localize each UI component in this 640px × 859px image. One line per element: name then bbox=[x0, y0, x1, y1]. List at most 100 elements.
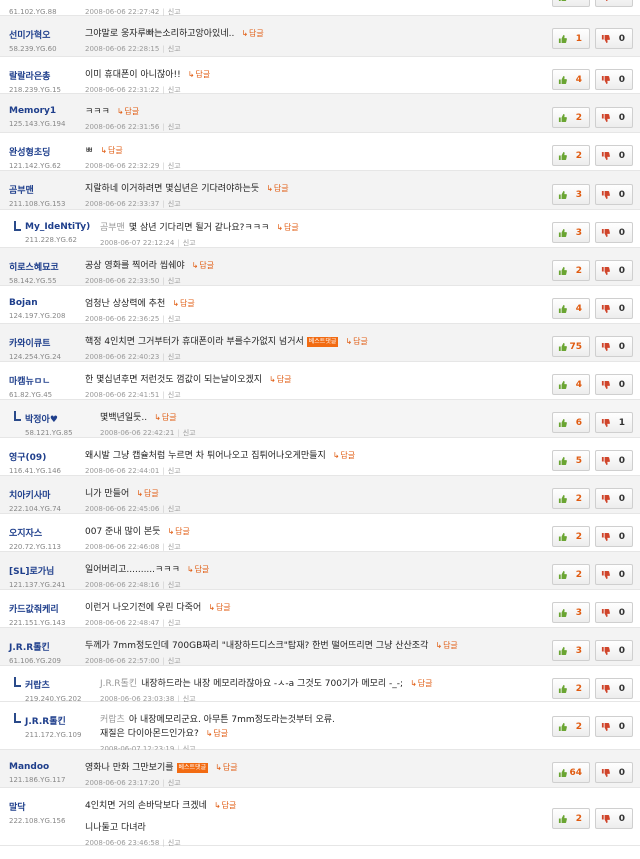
report-button[interactable]: 신고 bbox=[168, 467, 181, 475]
report-button[interactable]: 신고 bbox=[168, 315, 181, 323]
oppose-button[interactable]: 0 bbox=[595, 145, 633, 166]
oppose-button[interactable]: 0 bbox=[595, 488, 633, 509]
reply-button[interactable]: ↳답글 bbox=[172, 299, 194, 308]
recommend-button[interactable]: 2 bbox=[552, 145, 590, 166]
recommend-button[interactable]: 1 bbox=[552, 28, 590, 49]
oppose-button[interactable]: 0 bbox=[595, 336, 633, 357]
reply-button[interactable]: ↳답글 bbox=[187, 565, 209, 574]
author-name[interactable]: 박정아♥ bbox=[25, 412, 89, 425]
author-name[interactable]: [SL]로가님 bbox=[9, 564, 84, 577]
recommend-button[interactable]: 3 bbox=[552, 184, 590, 205]
author-name[interactable]: 곰부맨 bbox=[9, 183, 84, 196]
oppose-button[interactable]: 0 bbox=[595, 107, 633, 128]
report-button[interactable]: 신고 bbox=[168, 123, 181, 131]
author-name[interactable]: 커랍츠 bbox=[25, 678, 89, 691]
recommend-button[interactable]: 2 bbox=[552, 716, 590, 737]
recommend-button[interactable]: 4 bbox=[552, 69, 590, 90]
report-button[interactable]: 신고 bbox=[168, 779, 181, 787]
report-button[interactable]: 신고 bbox=[168, 657, 181, 665]
author-name[interactable]: 치아키사마 bbox=[9, 488, 84, 501]
recommend-button[interactable]: 3 bbox=[552, 640, 590, 661]
author-name[interactable]: My_IdeNtiTy) bbox=[25, 222, 90, 232]
report-button[interactable]: 신고 bbox=[183, 429, 196, 437]
reply-button[interactable]: ↳답글 bbox=[241, 29, 263, 38]
oppose-button[interactable]: 0 bbox=[595, 716, 633, 737]
report-button[interactable]: 신고 bbox=[168, 45, 181, 53]
oppose-button[interactable]: 0 bbox=[595, 222, 633, 243]
reply-button[interactable]: ↳답글 bbox=[269, 375, 291, 384]
report-button[interactable]: 신고 bbox=[168, 8, 181, 16]
author-name[interactable]: 마캠뉴ㅁㄴ bbox=[9, 374, 84, 387]
reply-button[interactable]: ↳답글 bbox=[136, 489, 158, 498]
oppose-button[interactable]: 0 bbox=[595, 298, 633, 319]
oppose-button[interactable]: 0 bbox=[595, 640, 633, 661]
author-name[interactable]: 완성형초딩 bbox=[9, 145, 84, 158]
report-button[interactable]: 신고 bbox=[168, 162, 181, 170]
report-button[interactable]: 신고 bbox=[168, 543, 181, 551]
author-name[interactable]: Bojan bbox=[9, 298, 84, 308]
report-button[interactable]: 신고 bbox=[168, 391, 181, 399]
author-name[interactable]: 히로스혜묘코 bbox=[9, 260, 84, 273]
reply-button[interactable]: ↳답글 bbox=[154, 413, 176, 422]
reply-button[interactable]: ↳답글 bbox=[192, 261, 214, 270]
recommend-button[interactable]: 3 bbox=[552, 602, 590, 623]
reply-button[interactable]: ↳답글 bbox=[167, 527, 189, 536]
reply-button[interactable]: ↳답글 bbox=[188, 70, 210, 79]
reply-button[interactable]: ↳답글 bbox=[215, 763, 237, 772]
author-name[interactable]: 말닥 bbox=[9, 800, 84, 813]
author-name[interactable]: J.R.R톨킨 bbox=[25, 714, 89, 727]
author-name[interactable]: 오지자스 bbox=[9, 526, 84, 539]
reply-button[interactable]: ↳답글 bbox=[345, 337, 367, 346]
report-button[interactable]: 신고 bbox=[168, 505, 181, 513]
reply-button[interactable]: ↳답글 bbox=[208, 603, 230, 612]
recommend-button[interactable]: 2 bbox=[552, 808, 590, 829]
oppose-button[interactable]: 0 bbox=[595, 28, 633, 49]
oppose-button[interactable]: 0 bbox=[595, 678, 633, 699]
reply-button[interactable]: ↳답글 bbox=[100, 146, 122, 155]
author-name[interactable]: Mandoo bbox=[9, 762, 84, 772]
recommend-button[interactable]: 2 bbox=[552, 678, 590, 699]
oppose-button[interactable]: 0 bbox=[595, 450, 633, 471]
recommend-button[interactable]: 2 bbox=[552, 260, 590, 281]
recommend-button[interactable]: 2 bbox=[552, 488, 590, 509]
author-name[interactable]: J.R.R톨킨 bbox=[9, 640, 84, 653]
report-button[interactable]: 신고 bbox=[168, 86, 181, 94]
author-name[interactable]: 카드값줘케리 bbox=[9, 602, 84, 615]
report-button[interactable]: 신고 bbox=[168, 619, 181, 627]
oppose-button[interactable]: 0 bbox=[595, 260, 633, 281]
reply-button[interactable]: ↳답글 bbox=[214, 801, 236, 810]
author-name[interactable]: Memory1 bbox=[9, 106, 84, 116]
recommend-button[interactable]: 4 bbox=[552, 374, 590, 395]
oppose-button[interactable]: 0 bbox=[595, 564, 633, 585]
reply-button[interactable]: ↳답글 bbox=[276, 223, 298, 232]
oppose-button[interactable]: 0 bbox=[595, 762, 633, 783]
oppose-button[interactable]: 0 bbox=[595, 184, 633, 205]
oppose-button[interactable]: 1 bbox=[595, 412, 633, 433]
recommend-button[interactable]: 3 bbox=[552, 222, 590, 243]
reply-button[interactable]: ↳답글 bbox=[410, 679, 432, 688]
report-button[interactable]: 신고 bbox=[168, 200, 181, 208]
recommend-button[interactable]: 5 bbox=[552, 450, 590, 471]
reply-button[interactable]: ↳답글 bbox=[435, 641, 457, 650]
recommend-button[interactable]: 2 bbox=[552, 107, 590, 128]
author-name[interactable]: 카와이큐트 bbox=[9, 336, 84, 349]
oppose-button[interactable]: 0 bbox=[595, 526, 633, 547]
recommend-button[interactable]: 2 bbox=[552, 526, 590, 547]
oppose-button[interactable]: 0 bbox=[595, 0, 633, 7]
recommend-button[interactable]: 75 bbox=[552, 336, 590, 357]
author-name[interactable]: 랄랄라은총 bbox=[9, 69, 84, 82]
recommend-button[interactable]: 3 bbox=[552, 0, 590, 7]
oppose-button[interactable]: 0 bbox=[595, 69, 633, 90]
report-button[interactable]: 신고 bbox=[168, 839, 181, 847]
reply-button[interactable]: ↳답글 bbox=[117, 107, 139, 116]
author-name[interactable]: 영구(09) bbox=[9, 450, 84, 463]
oppose-button[interactable]: 0 bbox=[595, 374, 633, 395]
recommend-button[interactable]: 6 bbox=[552, 412, 590, 433]
report-button[interactable]: 신고 bbox=[168, 353, 181, 361]
report-button[interactable]: 신고 bbox=[168, 581, 181, 589]
reply-button[interactable]: ↳답글 bbox=[206, 729, 228, 738]
recommend-button[interactable]: 2 bbox=[552, 564, 590, 585]
reply-button[interactable]: ↳답글 bbox=[333, 451, 355, 460]
recommend-button[interactable]: 4 bbox=[552, 298, 590, 319]
reply-button[interactable]: ↳답글 bbox=[266, 184, 288, 193]
